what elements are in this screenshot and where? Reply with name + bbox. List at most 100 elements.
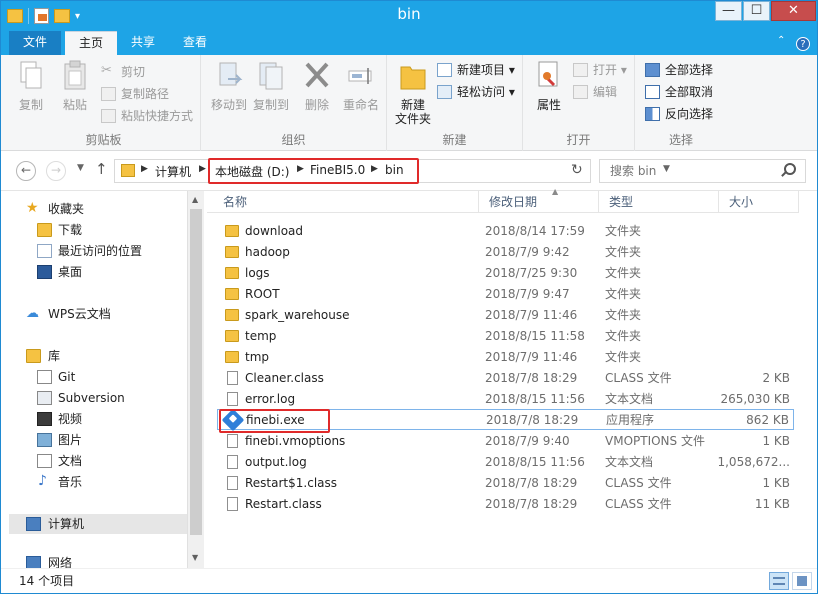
file-row[interactable]: Cleaner.class 2018/7/8 18:29 CLASS 文件 2 … <box>217 368 794 389</box>
file-name: hadoop <box>245 245 290 259</box>
nav-item-desktop[interactable]: 桌面 <box>1 262 187 282</box>
file-row[interactable]: hadoop 2018/7/9 9:42 文件夹 <box>217 242 794 263</box>
nav-item-videos[interactable]: 视频 <box>1 409 187 429</box>
nav-computer[interactable]: 计算机 <box>9 514 187 534</box>
properties-button[interactable]: 属性 <box>529 59 569 112</box>
new-item-button[interactable]: 新建项目 ▾ <box>437 61 515 79</box>
select-group-label: 选择 <box>668 133 693 147</box>
open-button[interactable]: 打开 ▾ <box>573 61 627 79</box>
edit-button[interactable]: 编辑 <box>573 83 617 101</box>
tab-file[interactable]: 文件 <box>9 31 61 55</box>
library-icon <box>26 349 41 363</box>
chevron-right-icon[interactable]: ▶ <box>141 164 148 174</box>
search-icon[interactable] <box>784 163 796 175</box>
large-icons-view-button[interactable] <box>792 572 812 590</box>
file-row[interactable]: finebi.vmoptions 2018/7/9 9:40 VMOPTIONS… <box>217 431 794 452</box>
search-input[interactable] <box>610 163 780 179</box>
search-box[interactable] <box>599 159 806 183</box>
details-view-button[interactable] <box>769 572 789 590</box>
new-folder-button[interactable]: 新建 文件夹 <box>391 59 435 126</box>
delete-label: 删除 <box>304 98 329 112</box>
minimize-button[interactable]: — <box>715 1 742 21</box>
open-group: 属性 打开 ▾ 编辑 打开 <box>523 55 635 151</box>
file-row[interactable]: Restart$1.class 2018/7/8 18:29 CLASS 文件 … <box>217 473 794 494</box>
move-to-label: 移动到 <box>210 98 247 112</box>
file-row[interactable]: Restart.class 2018/7/8 18:29 CLASS 文件 11… <box>217 494 794 515</box>
file-row[interactable]: ROOT 2018/7/9 9:47 文件夹 <box>217 284 794 305</box>
nav-item-documents[interactable]: 文档 <box>1 451 187 471</box>
nav-item-music[interactable]: ♪ 音乐 <box>1 472 187 492</box>
nav-item-label: WPS云文档 <box>48 307 111 321</box>
scrollbar-thumb[interactable] <box>190 209 202 535</box>
ribbon: 复制 粘贴 ✂ 剪切 复制路径 粘贴快捷方式 剪贴板 移动到 复制到 删除 重命… <box>1 55 817 151</box>
pictures-icon <box>37 433 52 447</box>
file-name: logs <box>245 266 270 280</box>
copy-to-button[interactable]: 复制到 <box>249 59 293 112</box>
nav-item-wps[interactable]: ☁ WPS云文档 <box>1 304 187 324</box>
select-none-button[interactable]: 全部取消 <box>645 83 713 101</box>
recent-locations-chevron-icon[interactable]: ▼ <box>77 163 84 173</box>
tab-home[interactable]: 主页 <box>65 31 117 55</box>
folder-icon <box>225 288 239 300</box>
nav-item-downloads[interactable]: 下载 <box>1 220 187 240</box>
file-type: 文件夹 <box>605 245 642 259</box>
back-button[interactable]: ← <box>16 161 36 181</box>
paste-shortcut-button[interactable]: 粘贴快捷方式 <box>101 107 193 125</box>
nav-libraries[interactable]: 库 <box>1 346 187 366</box>
select-group: 全部选择 全部取消 反向选择 选择 <box>635 55 727 151</box>
paste-button[interactable]: 粘贴 <box>55 59 95 112</box>
file-row[interactable]: tmp 2018/7/9 11:46 文件夹 <box>217 347 794 368</box>
file-row[interactable]: spark_warehouse 2018/7/9 11:46 文件夹 <box>217 305 794 326</box>
close-button[interactable]: ✕ <box>771 1 816 21</box>
column-size[interactable]: 大小 <box>719 191 799 213</box>
collapse-ribbon-icon[interactable]: ⌃ <box>777 35 791 49</box>
up-arrow-icon[interactable]: ↑ <box>95 160 108 178</box>
file-row[interactable]: temp 2018/8/15 11:58 文件夹 <box>217 326 794 347</box>
file-row[interactable]: logs 2018/7/25 9:30 文件夹 <box>217 263 794 284</box>
tab-view[interactable]: 查看 <box>169 31 221 55</box>
easy-access-button[interactable]: 轻松访问 ▾ <box>437 83 515 101</box>
rename-button[interactable]: 重命名 <box>339 59 383 112</box>
item-count: 14 个项目 <box>19 574 75 588</box>
breadcrumb-computer[interactable]: 计算机 <box>155 163 191 180</box>
copy-path-button[interactable]: 复制路径 <box>101 85 169 103</box>
select-all-button[interactable]: 全部选择 <box>645 61 713 79</box>
nav-scrollbar[interactable]: ▲ ▼ <box>187 191 204 568</box>
tab-share[interactable]: 共享 <box>117 31 169 55</box>
nav-item-pictures[interactable]: 图片 <box>1 430 187 450</box>
downloads-folder-icon <box>37 223 52 237</box>
delete-icon <box>305 62 329 88</box>
file-type: CLASS 文件 <box>605 497 672 511</box>
copy-to-label: 复制到 <box>252 98 289 112</box>
nav-favorites[interactable]: ★ 收藏夹 <box>1 199 187 219</box>
file-name: spark_warehouse <box>245 308 350 322</box>
nav-item-label: 桌面 <box>58 265 83 279</box>
chevron-right-icon[interactable]: ▶ <box>199 164 206 174</box>
subversion-icon <box>37 391 52 405</box>
nav-item-subversion[interactable]: Subversion <box>1 388 187 408</box>
file-row[interactable]: error.log 2018/8/15 11:56 文本文档 265,030 K… <box>217 389 794 410</box>
file-date: 2018/7/9 9:40 <box>485 434 570 448</box>
delete-button[interactable]: 删除 <box>297 59 337 112</box>
help-icon[interactable]: ? <box>796 37 810 51</box>
column-date[interactable]: 修改日期 <box>479 191 599 213</box>
file-row[interactable]: output.log 2018/8/15 11:56 文本文档 1,058,67… <box>217 452 794 473</box>
nav-item-recent[interactable]: 最近访问的位置 <box>1 241 187 261</box>
cut-button[interactable]: ✂ 剪切 <box>101 63 145 81</box>
forward-button[interactable]: → <box>46 161 66 181</box>
invert-selection-icon <box>645 107 660 121</box>
organize-group: 移动到 复制到 删除 重命名 组织 <box>201 55 387 151</box>
scroll-up-icon[interactable]: ▲ <box>192 195 198 204</box>
nav-network-label: 网络 <box>48 556 73 568</box>
maximize-button[interactable]: ☐ <box>743 1 770 21</box>
nav-item-git[interactable]: Git <box>1 367 187 387</box>
scroll-down-icon[interactable]: ▼ <box>192 553 198 562</box>
invert-selection-button[interactable]: 反向选择 <box>645 105 713 123</box>
file-row[interactable]: download 2018/8/14 17:59 文件夹 <box>217 221 794 242</box>
refresh-icon[interactable]: ↻ <box>571 162 583 178</box>
column-name[interactable]: 名称 <box>213 191 479 213</box>
nav-network[interactable]: 网络 <box>1 553 187 568</box>
column-type[interactable]: 类型 <box>599 191 719 213</box>
copy-button[interactable]: 复制 <box>11 59 51 112</box>
move-to-button[interactable]: 移动到 <box>207 59 251 112</box>
